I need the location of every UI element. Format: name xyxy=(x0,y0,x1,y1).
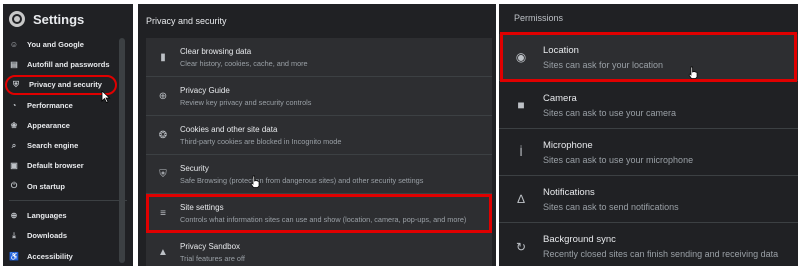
cookie-icon: ❂ xyxy=(158,129,168,141)
row-security[interactable]: ⛨ Security Safe Browsing (protection fro… xyxy=(146,155,492,194)
download-icon: ⤓ xyxy=(12,230,16,240)
sidebar-item-search-engine[interactable]: ⌕ Search engine xyxy=(3,135,133,155)
sidebar-item-label: Accessibility xyxy=(27,251,73,261)
sidebar-item-appearance[interactable]: ❀ Appearance xyxy=(3,115,133,135)
perm-row-microphone[interactable]: İ Microphone Sites can ask to use your m… xyxy=(499,129,798,176)
power-icon: ⏻ xyxy=(10,181,18,191)
person-icon: ☺ xyxy=(9,39,19,49)
chrome-logo-icon xyxy=(9,11,25,27)
sidebar-item-label: Search engine xyxy=(27,141,79,151)
sidebar-item-languages[interactable]: ⊕ Languages xyxy=(3,205,133,225)
permissions-header: Permissions xyxy=(514,13,564,23)
perm-title: Camera xyxy=(543,92,577,104)
settings-title: Settings xyxy=(33,11,85,27)
sidebar-item-you-and-google[interactable]: ☺ You and Google xyxy=(3,34,133,54)
row-title: Security xyxy=(180,163,209,173)
search-icon: ⌕ xyxy=(11,140,17,150)
privacy-header: Privacy and security xyxy=(146,15,227,26)
row-title: Privacy Guide xyxy=(180,85,230,95)
sidebar-item-label: Downloads xyxy=(27,231,68,241)
sidebar-menu: ☺ You and Google ▤ Autofill and password… xyxy=(3,34,133,266)
sidebar-item-accessibility[interactable]: ♿ Accessibility xyxy=(3,246,133,266)
sidebar-header: Settings xyxy=(3,4,133,34)
row-title: Clear browsing data xyxy=(180,46,252,56)
sidebar-item-on-startup[interactable]: ⏻ On startup xyxy=(3,176,133,196)
perm-row-background-sync[interactable]: ↻ Background sync Recently closed sites … xyxy=(499,223,798,266)
row-subtitle: Review key privacy and security controls xyxy=(180,97,312,107)
row-clear-browsing-data[interactable]: ▮ Clear browsing data Clear history, coo… xyxy=(146,38,492,77)
sidebar-item-label: Appearance xyxy=(27,120,70,130)
row-title: Privacy Sandbox xyxy=(180,241,241,251)
row-privacy-sandbox[interactable]: ▲ Privacy Sandbox Trial features are off xyxy=(146,233,492,266)
perm-subtitle: Sites can ask to use your camera xyxy=(543,107,677,118)
row-title: Cookies and other site data xyxy=(180,124,278,134)
accessibility-icon: ♿ xyxy=(9,251,19,261)
perm-subtitle: Sites can ask to send notifications xyxy=(543,201,679,212)
privacy-card: ▮ Clear browsing data Clear history, coo… xyxy=(146,38,492,266)
speedometer-icon: ◔ xyxy=(11,100,17,110)
location-highlight xyxy=(500,32,797,82)
perm-row-camera[interactable]: ■ Camera Sites can ask to use your camer… xyxy=(499,82,798,129)
security-shield-icon: ⛨ xyxy=(159,168,167,180)
settings-sidebar-panel: Settings ☺ You and Google ▤ Autofill and… xyxy=(3,4,133,266)
perm-title: Notifications xyxy=(543,186,595,198)
permissions-panel: Permissions ◉ Location Sites can ask for… xyxy=(499,4,798,266)
perm-title: Background sync xyxy=(543,234,616,245)
sidebar-item-label: Autofill and passwords xyxy=(27,59,110,69)
hand-cursor-icon xyxy=(250,175,260,188)
bell-icon: ∆ xyxy=(517,192,525,206)
row-subtitle: Third-party cookies are blocked in Incog… xyxy=(180,136,342,146)
microphone-icon: İ xyxy=(519,145,523,159)
sync-icon: ↻ xyxy=(515,239,527,254)
compass-icon: ⊕ xyxy=(158,90,168,102)
hand-cursor-icon xyxy=(688,66,698,79)
perm-title: Microphone xyxy=(543,139,593,151)
shield-icon: ⛨ xyxy=(13,79,19,89)
perm-subtitle: Recently closed sites can finish sending… xyxy=(543,249,779,259)
sidebar-scrollbar[interactable] xyxy=(119,38,125,263)
row-privacy-guide[interactable]: ⊕ Privacy Guide Review key privacy and s… xyxy=(146,77,492,116)
sidebar-item-default-browser[interactable]: ▣ Default browser xyxy=(3,156,133,176)
row-subtitle: Clear history, cookies, cache, and more xyxy=(180,58,308,68)
palette-icon: ❀ xyxy=(10,120,18,130)
sidebar-item-label: Privacy and security xyxy=(29,80,102,90)
perm-subtitle: Sites can ask to use your microphone xyxy=(543,154,694,165)
sidebar-item-label: On startup xyxy=(27,181,65,191)
sidebar-item-performance[interactable]: ◔ Performance xyxy=(3,95,133,115)
sandbox-icon: ▲ xyxy=(158,246,168,258)
sidebar-item-downloads[interactable]: ⤓ Downloads xyxy=(3,226,133,246)
row-subtitle: Trial features are off xyxy=(180,253,245,263)
privacy-security-panel: Privacy and security ▮ Clear browsing da… xyxy=(138,4,496,266)
site-settings-highlight xyxy=(146,194,492,233)
camera-icon: ■ xyxy=(517,98,525,112)
trash-icon: ▮ xyxy=(160,51,166,63)
globe-icon: ⊕ xyxy=(10,211,18,221)
sidebar-item-label: Default browser xyxy=(27,161,84,171)
row-cookies[interactable]: ❂ Cookies and other site data Third-part… xyxy=(146,116,492,155)
sidebar-item-autofill[interactable]: ▤ Autofill and passwords xyxy=(3,54,133,74)
row-subtitle: Safe Browsing (protection from dangerous… xyxy=(180,175,424,185)
sidebar-item-label: You and Google xyxy=(27,39,84,49)
clipboard-icon: ▤ xyxy=(10,59,18,69)
perm-row-notifications[interactable]: ∆ Notifications Sites can ask to send no… xyxy=(499,176,798,223)
browser-icon: ▣ xyxy=(10,161,18,171)
sidebar-item-label: Performance xyxy=(27,100,73,110)
mouse-cursor-icon xyxy=(101,90,111,103)
sidebar-item-label: Languages xyxy=(27,211,67,221)
sidebar-divider xyxy=(9,200,127,202)
